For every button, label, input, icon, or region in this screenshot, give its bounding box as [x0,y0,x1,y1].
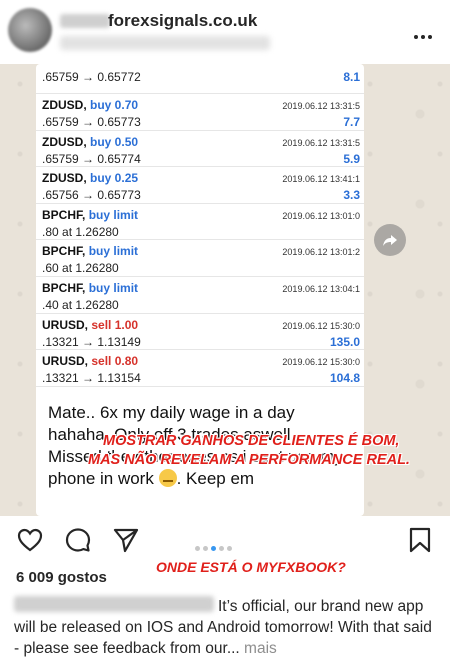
trade-prices: .80 at 1.26280 [42,224,119,239]
trade-date: 2019.06.12 13:04:1 [282,283,360,294]
trade-direction: buy limit [88,280,139,295]
trade-profit: 3.3 [343,188,360,203]
trade-profit: 135.0 [329,334,360,349]
action-bar: ONDE ESTÁ O MYFXBOOK? [0,516,450,575]
trade-date: 2019.06.12 13:01:0 [282,210,360,221]
post-caption: It’s official, our brand new app will be… [14,596,439,659]
trade-prices: .65756 → 0.65773 [42,188,141,203]
trade-prices: .13321 → 1.13154 [42,371,141,386]
trade-prices: .65759 → 0.65773 [42,115,141,129]
carousel-dot [219,546,224,551]
carousel-dot [211,546,216,551]
carousel-indicator [195,538,235,556]
bookmark-icon[interactable] [406,526,434,554]
trade-date: 2019.06.12 13:31:5 [282,137,360,148]
trade-row: BPCHF, buy limit 2019.06.12 13:04:1 .40 at… [36,277,364,314]
caption-text: It’s official, our brand new app will be… [14,598,432,657]
trade-row: BPCHF, buy limit 2019.06.12 13:01:0 .80 at… [36,204,364,241]
post-header: forexsignals.co.uk [0,0,450,64]
trade-pair: URUSD, sell 0.80 [42,354,139,369]
trade-pair: ZDUSD, buy 0.25 [42,171,139,186]
trade-date: 2019.06.12 13:41:1 [282,174,360,185]
message-tail: . Keep em [176,469,255,488]
trade-row: .65759 → 0.65772 8.1 [36,64,364,94]
trade-pair: ZDUSD, buy 0.50 [42,134,139,149]
trade-row: URUSD, sell 1.00 2019.06.12 15:30:0 .13321… [36,314,364,351]
trade-prices: .60 at 1.26280 [42,261,119,276]
trade-direction: buy 0.50 [90,134,139,149]
overlay-text-line1: MOSTRAR GANHOS DE CLIENTES É BOM, [103,433,400,449]
trade-row: ZDUSD, buy 0.50 2019.06.12 13:31:5 .65759 … [36,131,364,168]
overlay-text-line3: ONDE ESTÁ O MYFXBOOK? [156,559,346,575]
carousel-dot [227,546,232,551]
trade-prices: .13321 → 1.13149 [42,334,141,349]
trade-date: 2019.06.12 15:30:0 [282,320,360,331]
instagram-post: forexsignals.co.uk .65759 → 0.65772 8.1 ZD… [0,0,450,664]
username[interactable]: forexsignals.co.uk [108,11,257,31]
trade-direction: buy limit [88,244,139,259]
trade-direction: sell 1.00 [91,317,139,332]
overlay-text-line2: MAS NÃO REVELAM A PERFORMANCE REAL. [88,452,410,468]
trade-date: 2019.06.12 13:01:2 [282,247,360,258]
trade-row: BPCHF, buy limit 2019.06.12 13:01:2 .60 at… [36,240,364,277]
trade-direction: buy limit [88,207,139,222]
rolling-eyes-emoji-icon [158,469,177,487]
carousel-dot [195,546,200,551]
trade-direction: sell 0.80 [91,354,139,369]
trade-pair: BPCHF, buy limit [42,207,139,222]
avatar[interactable] [8,8,52,52]
trade-pair: ZDUSD, buy 0.70 [42,98,139,112]
trade-profit: 5.9 [343,151,360,166]
trade-pair: BPCHF, buy limit [42,244,139,259]
trade-pair: URUSD, sell 1.00 [42,317,139,332]
heart-icon[interactable] [16,526,44,554]
carousel-dot [203,546,208,551]
comment-icon[interactable] [64,526,92,554]
blurred-location [60,36,270,50]
trade-date: 2019.06.12 13:31:5 [282,101,360,111]
trade-prices: .40 at 1.26280 [42,297,119,312]
trade-pair: BPCHF, buy limit [42,280,139,295]
forward-icon[interactable] [374,224,406,256]
more-link[interactable]: mais [240,640,277,657]
more-dots-icon[interactable] [411,26,432,44]
trade-prices: .65759 → 0.65772 [42,70,141,84]
trade-row: URUSD, sell 0.80 2019.06.12 15:30:0 .13321… [36,350,364,387]
trade-date: 2019.06.12 15:30:0 [282,357,360,368]
send-icon[interactable] [112,526,140,554]
likes-count[interactable]: 6 009 gostos [16,569,107,586]
blurred-username-prefix [60,14,110,28]
trade-profit: 104.8 [329,371,360,386]
trade-row: ZDUSD, buy 0.25 2019.06.12 13:41:1 .65756 … [36,167,364,204]
trade-row: ZDUSD, buy 0.70 2019.06.12 13:31:5 .65759 … [36,94,364,131]
trade-direction: buy 0.25 [90,171,139,186]
trade-prices: .65759 → 0.65774 [42,151,141,166]
trade-profit: 8.1 [343,70,360,84]
trade-profit: 7.7 [343,115,360,129]
trade-direction: buy 0.70 [90,98,139,112]
